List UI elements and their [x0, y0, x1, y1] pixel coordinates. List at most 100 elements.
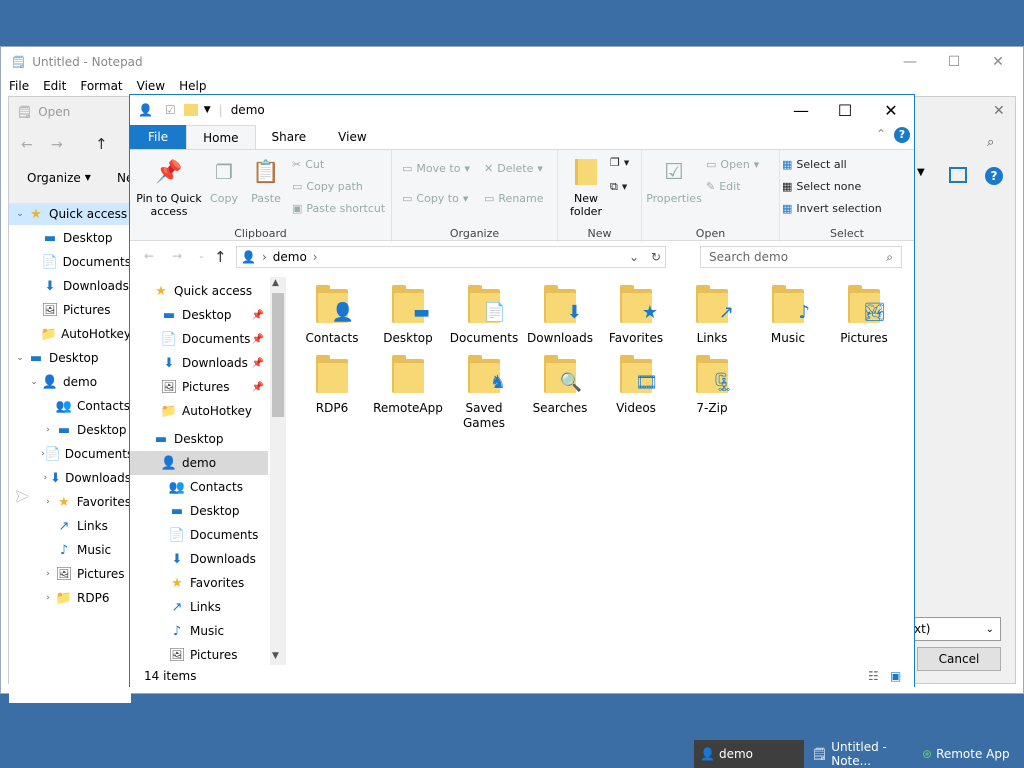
chevron-right-icon[interactable]: › [41, 425, 55, 435]
back-arrow-icon[interactable]: ← [21, 137, 33, 153]
tree-item[interactable]: 📄 Documents [9, 251, 131, 273]
folder-item[interactable]: ↗ Links [674, 283, 750, 346]
copy-path-button[interactable]: ▭ Copy path [292, 180, 363, 193]
search-input[interactable]: Search demo ⌕ [700, 246, 902, 268]
help-icon[interactable]: ? [894, 127, 910, 143]
tree-item[interactable]: › ▬ Desktop [9, 419, 131, 441]
paste-shortcut-button[interactable]: ▣ Paste shortcut [292, 202, 385, 215]
open-button[interactable]: ▭ Open ▼ [706, 158, 759, 171]
tab-share[interactable]: Share [256, 125, 323, 149]
forward-arrow-icon[interactable]: → [51, 137, 63, 153]
folder-item[interactable]: 🎞 Videos [598, 353, 674, 416]
view-options-icon[interactable]: ▼ [917, 167, 925, 178]
search-icon[interactable]: ⌕ [987, 135, 994, 150]
rename-button[interactable]: ▭ Rename [484, 192, 544, 205]
nav-item[interactable]: ⬇ Downloads 📌 [130, 351, 268, 375]
tree-item[interactable]: › 📄 Documents [9, 443, 131, 465]
nav-item[interactable]: ★ Favorites [130, 571, 268, 595]
folder-item[interactable]: 🏞 Pictures [826, 283, 902, 346]
nav-item[interactable]: 📄 Documents 📌 [130, 327, 268, 351]
chevron-right-icon[interactable]: › [41, 569, 55, 579]
address-box[interactable]: 👤 › demo › ⌄ ↻ [236, 246, 666, 268]
recent-locations-icon[interactable]: ⌄ [198, 251, 205, 260]
tree-item[interactable]: ⌄ ★ Quick access [9, 203, 131, 225]
nav-item[interactable]: 📁 AutoHotkey [130, 399, 268, 423]
large-icons-view-icon[interactable]: ▣ [890, 669, 901, 683]
menu-format[interactable]: Format [80, 79, 122, 93]
breadcrumb-separator-icon[interactable]: › [313, 250, 318, 264]
new-item-button[interactable]: ❐ ▼ [610, 156, 629, 169]
menu-file[interactable]: File [9, 79, 29, 93]
folder-item[interactable]: 🗜 7-Zip [674, 353, 750, 416]
tree-item[interactable]: ▬ Desktop [9, 227, 131, 249]
chevron-down-icon[interactable]: ⌄ [13, 353, 27, 363]
tree-item[interactable]: › 🖼 Pictures [9, 563, 131, 585]
folder-item[interactable]: 👤 Contacts [294, 283, 370, 346]
move-to-button[interactable]: ▭ Move to ▼ [402, 162, 470, 175]
tab-view[interactable]: View [322, 125, 382, 149]
tree-item[interactable]: 👥 Contacts [9, 395, 131, 417]
delete-button[interactable]: ✕ Delete ▼ [484, 162, 543, 175]
properties-button[interactable]: ☑ Properties [644, 156, 704, 205]
easy-access-button[interactable]: ⧉ ▼ [610, 180, 627, 194]
new-folder-button[interactable]: New folder [564, 156, 608, 218]
folder-item[interactable]: RDP6 [294, 353, 370, 416]
nav-item[interactable]: ↗ Links [130, 595, 268, 619]
chevron-right-icon[interactable]: › [41, 497, 55, 507]
tree-item[interactable]: ⬇ Downloads [9, 275, 131, 297]
edit-button[interactable]: ✎ Edit [706, 180, 741, 193]
tree-item[interactable]: ↗ Links [9, 515, 131, 537]
organize-button[interactable]: Organize ▼ [27, 171, 91, 185]
open-close-button[interactable]: ✕ [993, 103, 1005, 119]
nav-item[interactable]: ▬ Desktop [130, 499, 268, 523]
tree-item[interactable]: 📁 AutoHotkey [9, 323, 131, 345]
collapse-ribbon-icon[interactable]: ⌃ [876, 127, 886, 141]
refresh-icon[interactable]: ↻ [651, 250, 661, 264]
breadcrumb-demo[interactable]: demo [273, 250, 307, 264]
select-none-button[interactable]: ▦ Select none [782, 180, 861, 193]
tab-file[interactable]: File [130, 125, 187, 149]
taskbar-item-notepad[interactable]: 🗒 Untitled - Note... [806, 740, 914, 768]
nav-item[interactable]: 📄 Documents [130, 523, 268, 547]
folder-item[interactable]: ★ Favorites [598, 283, 674, 346]
invert-selection-button[interactable]: ▦ Invert selection [782, 202, 882, 215]
new-folder-qat-icon[interactable] [183, 104, 198, 116]
nav-item[interactable]: 👤 demo [130, 451, 268, 475]
taskbar-item-demo[interactable]: 👤 demo [694, 740, 804, 768]
menu-edit[interactable]: Edit [43, 79, 66, 93]
up-arrow-icon[interactable]: ↑ [214, 248, 227, 266]
scroll-up-icon[interactable]: ▲ [272, 278, 279, 288]
folder-item[interactable]: ⬇ Downloads [522, 283, 598, 346]
tree-item[interactable]: › 📁 RDP6 [9, 587, 131, 609]
preview-pane-icon[interactable] [949, 167, 967, 183]
folder-item[interactable]: 📄 Documents [446, 283, 522, 346]
nav-item[interactable]: ⬇ Downloads [130, 547, 268, 571]
nav-item[interactable]: 🖼 Pictures 📌 [130, 375, 268, 399]
minimize-button[interactable]: — [778, 95, 824, 125]
cut-button[interactable]: ✂ Cut [292, 158, 324, 171]
menu-view[interactable]: View [137, 79, 165, 93]
folder-item[interactable]: 🔍 Searches [522, 353, 598, 416]
minimize-button[interactable]: — [887, 47, 933, 77]
menu-help[interactable]: Help [179, 79, 206, 93]
nav-item[interactable]: ▬ Desktop 📌 [130, 303, 268, 327]
chevron-right-icon[interactable]: › [41, 473, 50, 483]
folder-item[interactable]: ▬ Desktop [370, 283, 446, 346]
copy-to-button[interactable]: ▭ Copy to ▼ [402, 192, 468, 205]
paste-button[interactable]: 📋 Paste [246, 156, 286, 205]
nav-item[interactable]: ♪ Music [130, 619, 268, 643]
folder-item[interactable]: ♞ Saved Games [446, 353, 522, 431]
nav-item[interactable]: 🖼 Pictures [130, 643, 268, 665]
nav-item[interactable]: ▬ Desktop [130, 427, 268, 451]
select-all-button[interactable]: ▦ Select all [782, 158, 847, 171]
chevron-down-icon[interactable]: ⌄ [13, 209, 27, 219]
help-icon[interactable]: ? [985, 167, 1003, 185]
details-view-icon[interactable]: ☷ [868, 669, 879, 683]
up-arrow-icon[interactable]: ↑ [95, 135, 108, 153]
taskbar-item-remote-app[interactable]: ⊛ Remote App [916, 740, 1024, 768]
nav-scroll-thumb[interactable] [272, 293, 284, 417]
tree-item[interactable]: ♪ Music [9, 539, 131, 561]
maximize-button[interactable]: ☐ [931, 47, 977, 77]
nav-item[interactable]: ★ Quick access [130, 279, 268, 303]
folder-item[interactable]: ♪ Music [750, 283, 826, 346]
